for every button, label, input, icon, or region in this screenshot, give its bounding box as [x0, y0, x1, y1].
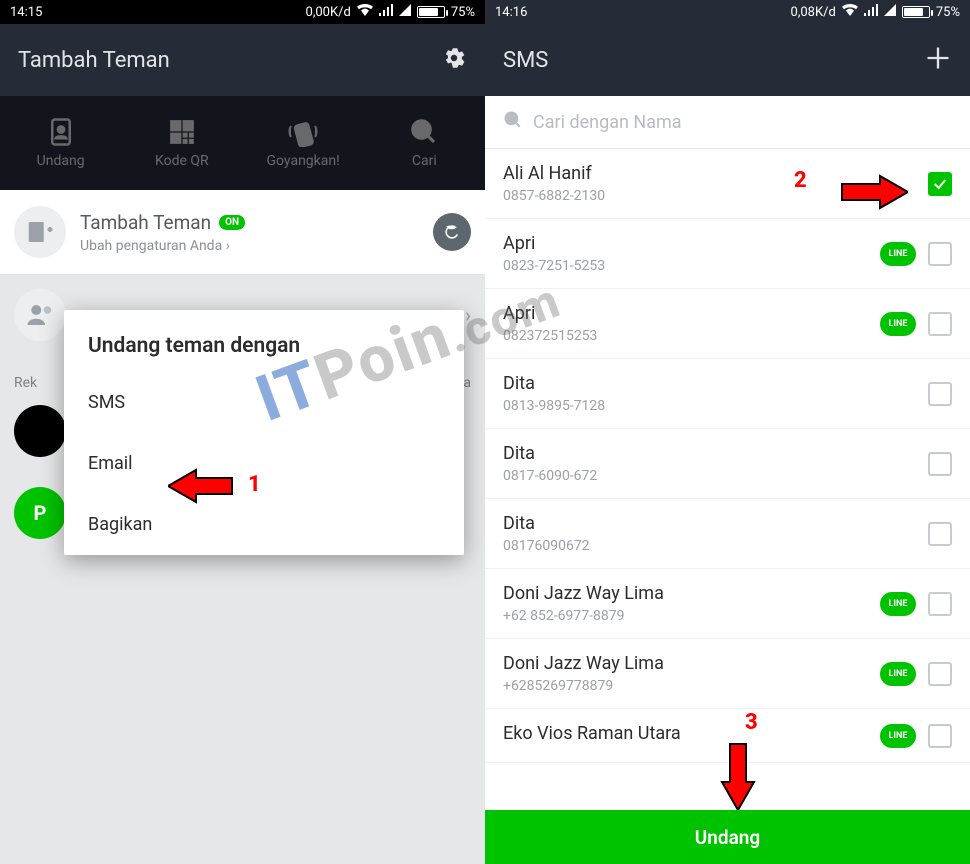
annotation-arrow-1: [168, 466, 238, 506]
contact-number: +62 852-6977-8879: [503, 608, 868, 624]
contact-name: Doni Jazz Way Lima: [503, 583, 868, 604]
contact-name: Dita: [503, 513, 916, 534]
search-input[interactable]: [533, 112, 952, 133]
chevron-right-icon: ›: [465, 303, 471, 327]
signal-icon: [379, 4, 393, 20]
invite-modal: Undang teman dengan SMS Email Bagikan: [64, 310, 464, 555]
invite-button[interactable]: Undang: [485, 810, 970, 864]
contact-checkbox[interactable]: [928, 592, 952, 616]
contact-name: Apri: [503, 303, 868, 324]
invite-modal-title: Undang teman dengan: [64, 310, 464, 372]
screen-sms-invite: 14:16 0,08K/d 75% SMS Ali Al Hanif0857-: [485, 0, 970, 864]
signal-icon: [864, 4, 878, 20]
wifi-icon: [357, 4, 373, 20]
contact-row[interactable]: Doni Jazz Way Lima +62 852-6977-8879 LINE: [485, 569, 970, 639]
on-badge: ON: [219, 215, 245, 230]
cellular-icon: [884, 4, 896, 20]
page-title: Tambah Teman: [18, 48, 170, 73]
refresh-icon[interactable]: [433, 213, 471, 251]
card-title: Tambah Teman: [80, 211, 211, 234]
avatar-green[interactable]: P: [14, 487, 66, 539]
battery-icon: [902, 6, 930, 18]
tab-search[interactable]: Cari: [364, 96, 485, 190]
add-friend-card[interactable]: Tambah Teman ON Ubah pengaturan Anda ›: [0, 190, 485, 275]
contact-name: Doni Jazz Way Lima: [503, 653, 868, 674]
contact-row[interactable]: Doni Jazz Way Lima +6285269778879 LINE: [485, 639, 970, 709]
invite-option-email[interactable]: Email: [64, 433, 464, 494]
contact-row[interactable]: Dita 0813-9895-7128: [485, 359, 970, 429]
line-badge-icon: LINE: [880, 312, 916, 336]
line-badge-icon: LINE: [880, 662, 916, 686]
invite-option-share[interactable]: Bagikan: [64, 494, 464, 555]
invite-button-label: Undang: [695, 826, 760, 849]
contact-row[interactable]: Apri 0823-7251-5253 LINE: [485, 219, 970, 289]
app-header: Tambah Teman: [0, 24, 485, 96]
contact-number: 0817-6090-672: [503, 468, 916, 484]
contact-checkbox[interactable]: [928, 662, 952, 686]
tab-bar: Undang Kode QR Goyangkan! Cari: [0, 96, 485, 190]
contact-row[interactable]: Dita 08176090672: [485, 499, 970, 569]
status-bar: 14:15 0,00K/d 75%: [0, 0, 485, 24]
contact-row[interactable]: Dita 0817-6090-672: [485, 429, 970, 499]
contact-checkbox[interactable]: [928, 522, 952, 546]
tab-shake[interactable]: Goyangkan!: [243, 96, 364, 190]
status-time: 14:16: [495, 5, 527, 20]
battery-percent: 75%: [451, 5, 475, 20]
tab-invite[interactable]: Undang: [0, 96, 121, 190]
contact-name: Apri: [503, 233, 868, 254]
annotation-arrow-2: [838, 174, 908, 210]
invite-option-sms[interactable]: SMS: [64, 372, 464, 433]
line-badge-icon: LINE: [880, 592, 916, 616]
page-title: SMS: [503, 48, 548, 73]
status-speed: 0,00K/d: [306, 5, 351, 20]
contact-checkbox[interactable]: [928, 172, 952, 196]
contact-checkbox[interactable]: [928, 452, 952, 476]
annotation-arrow-3: [718, 740, 758, 810]
contact-list[interactable]: Ali Al Hanif0857-6882-2130Apri0823-7251-…: [485, 149, 970, 808]
contact-checkbox[interactable]: [928, 724, 952, 748]
search-icon: [503, 110, 523, 134]
annotation-number-1: 1: [248, 472, 261, 497]
contact-name: Eko Vios Raman Utara: [503, 723, 868, 744]
battery-icon: [417, 6, 445, 18]
avatar-letter: P: [34, 501, 47, 525]
search-row: [485, 96, 970, 149]
tab-qr[interactable]: Kode QR: [121, 96, 242, 190]
contact-number: 082372515253: [503, 328, 868, 344]
plus-icon[interactable]: [924, 44, 952, 76]
line-badge-icon: LINE: [880, 724, 916, 748]
contact-name: Dita: [503, 373, 916, 394]
contact-number: 0823-7251-5253: [503, 258, 868, 274]
contact-number: +6285269778879: [503, 678, 868, 694]
status-bar: 14:16 0,08K/d 75%: [485, 0, 970, 24]
contact-checkbox[interactable]: [928, 242, 952, 266]
contact-name: Dita: [503, 443, 916, 464]
card-subtitle: Ubah pengaturan Anda ›: [80, 238, 419, 254]
screen-add-friend: 14:15 0,00K/d 75% Tambah Teman Undang: [0, 0, 485, 864]
tab-shake-label: Goyangkan!: [267, 153, 340, 169]
annotation-number-3: 3: [745, 710, 758, 735]
battery-percent: 75%: [936, 5, 960, 20]
tab-qr-label: Kode QR: [155, 153, 209, 169]
wifi-icon: [842, 4, 858, 20]
app-header: SMS: [485, 24, 970, 96]
avatar[interactable]: [14, 405, 66, 457]
annotation-number-2: 2: [794, 168, 807, 193]
status-speed: 0,08K/d: [791, 5, 836, 20]
contact-checkbox[interactable]: [928, 312, 952, 336]
status-time: 14:15: [10, 5, 42, 20]
contact-number: 0813-9895-7128: [503, 398, 916, 414]
gear-icon[interactable]: [441, 45, 467, 75]
line-badge-icon: LINE: [880, 242, 916, 266]
contact-row[interactable]: Apri 082372515253 LINE: [485, 289, 970, 359]
rek-label-left: Rek: [14, 375, 37, 391]
contact-number: 08176090672: [503, 538, 916, 554]
cellular-icon: [399, 4, 411, 20]
tab-search-label: Cari: [412, 153, 437, 169]
contact-checkbox[interactable]: [928, 382, 952, 406]
tab-invite-label: Undang: [37, 153, 85, 169]
